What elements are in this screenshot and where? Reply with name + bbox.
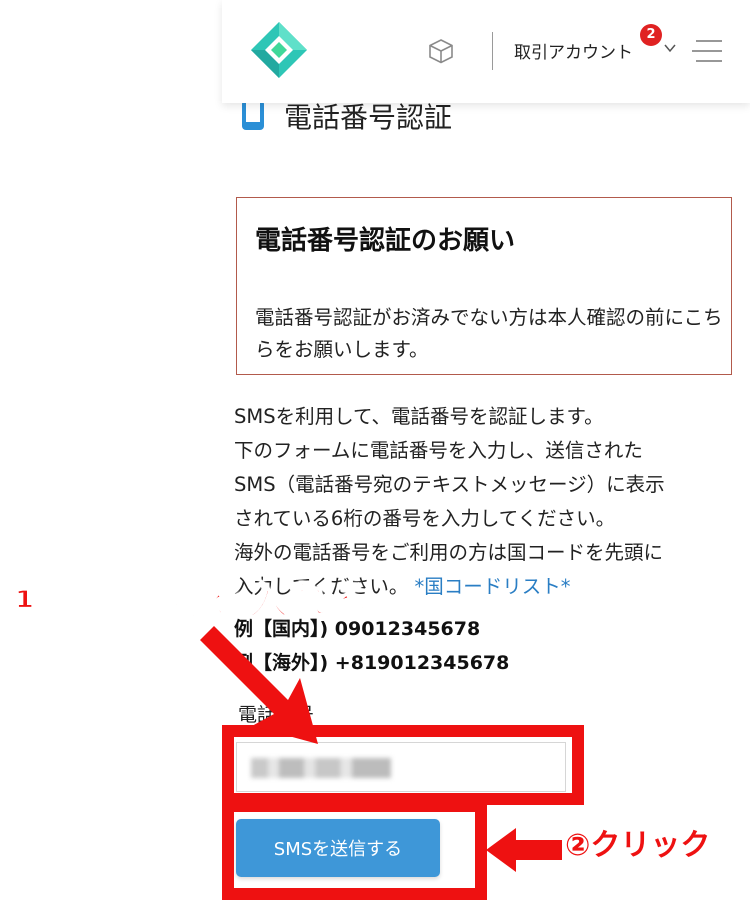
arrow-left-icon — [486, 828, 562, 872]
step2-annotation: ②クリック — [565, 828, 711, 863]
chevron-down-icon[interactable] — [663, 42, 677, 54]
highlight-button-box — [222, 800, 487, 900]
arrow-down-right-icon — [200, 626, 318, 744]
trading-account-menu[interactable]: 取引アカウント — [514, 38, 633, 63]
country-code-list-link[interactable]: *国コードリスト* — [415, 575, 571, 598]
verification-notice: 電話番号認証のお願い 電話番号認証がお済みでない方は本人確認の前にこちらをお願い… — [236, 197, 732, 375]
hamburger-menu-icon[interactable] — [692, 37, 722, 65]
instruction-line: 下のフォームに電話番号を入力し、送信された — [234, 439, 643, 462]
cube-icon[interactable] — [428, 38, 454, 64]
instruction-line: 海外の電話番号をご利用の方は国コードを先頭に — [234, 541, 664, 564]
notice-title: 電話番号認証のお願い — [255, 226, 516, 256]
notification-badge: 2 — [640, 24, 662, 46]
diamond-logo-icon[interactable] — [250, 21, 308, 79]
step1-annotation: ①電話番号を入れる — [7, 577, 371, 625]
notice-body: 電話番号認証がお済みでない方は本人確認の前にこちらをお願いします。 — [255, 306, 723, 361]
phone-icon — [242, 100, 264, 130]
instruction-line: SMS（電話番号宛のテキストメッセージ）に表示 — [234, 473, 665, 496]
instruction-line: されている6桁の番号を入力してください。 — [234, 507, 616, 530]
instruction-line: SMSを利用して、電話番号を認証します。 — [234, 405, 604, 428]
header-divider — [492, 32, 493, 70]
app-header: 取引アカウント 2 — [222, 0, 750, 103]
